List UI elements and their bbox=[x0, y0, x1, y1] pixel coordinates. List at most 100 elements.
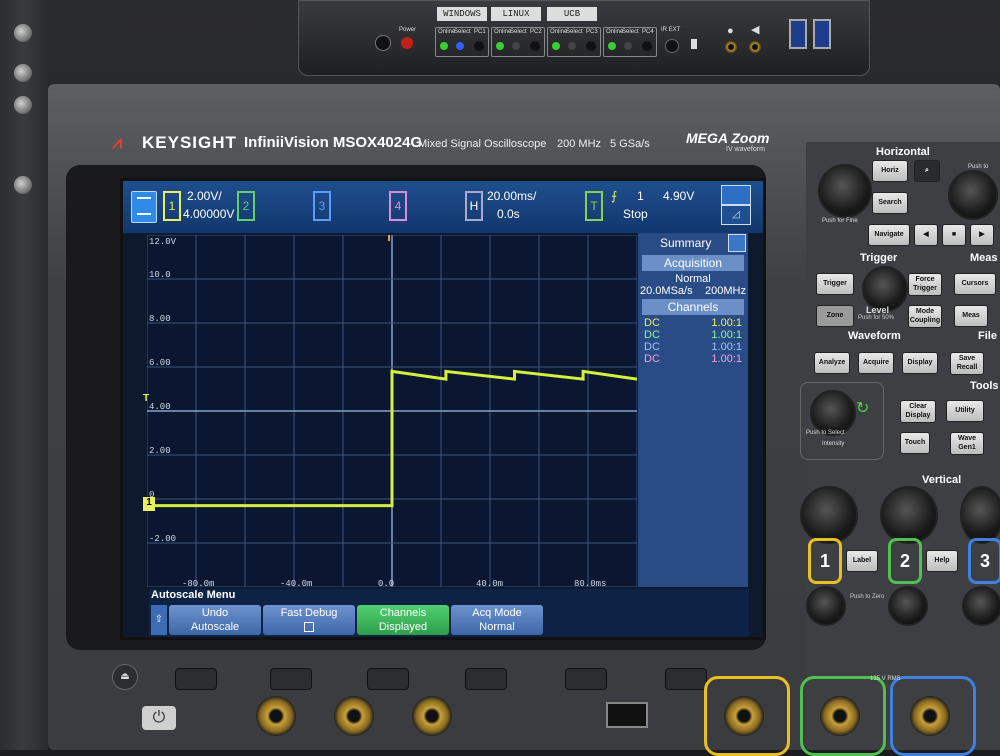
tools-section-label: Tools bbox=[970, 380, 999, 392]
ch1-input-connector bbox=[724, 696, 764, 736]
kvm-port-1[interactable]: Online Select PC1 bbox=[435, 27, 489, 57]
online-led bbox=[608, 42, 616, 50]
ch2-offset-knob[interactable] bbox=[888, 586, 928, 626]
trigger-button[interactable]: Trigger bbox=[816, 273, 854, 295]
zoom-search-icon[interactable]: ⌕ bbox=[914, 160, 940, 182]
softkey-button-1[interactable] bbox=[175, 668, 217, 690]
select-button[interactable] bbox=[474, 41, 484, 51]
ch1-offset-knob[interactable] bbox=[806, 586, 846, 626]
digital-input-connector bbox=[256, 696, 296, 736]
ch1-scale-knob[interactable] bbox=[800, 486, 858, 544]
ch3-input-connector bbox=[910, 696, 950, 736]
fast-debug-softkey[interactable]: Fast Debug bbox=[263, 605, 355, 635]
ch1-offset[interactable]: 4.00000V bbox=[183, 207, 234, 221]
undo-autoscale-softkey[interactable]: Undo Autoscale bbox=[169, 605, 261, 635]
channel-2-badge[interactable]: 2 bbox=[237, 191, 255, 221]
softkey-button-4[interactable] bbox=[465, 668, 507, 690]
channel-row: DC 1.00:1 bbox=[638, 341, 748, 353]
push50-label: Push for 50% bbox=[858, 315, 895, 321]
touch-button[interactable]: Touch bbox=[900, 432, 930, 454]
channel-1-trace bbox=[147, 369, 637, 508]
summary-menu-icon[interactable] bbox=[728, 234, 746, 252]
waveform-plot[interactable]: 12.0V10.08.006.004.002.000-2.00 -80.0m -4… bbox=[147, 235, 637, 587]
trigger-level[interactable]: 4.90V bbox=[663, 189, 694, 203]
probe-ratio: 1.00:1 bbox=[711, 353, 742, 365]
search-button[interactable]: Search bbox=[872, 192, 908, 214]
rising-edge-icon: ⨍ bbox=[611, 189, 618, 203]
kvm-port-4[interactable]: Online Select PC4 bbox=[603, 27, 657, 57]
menu-icon[interactable] bbox=[131, 191, 157, 223]
softkey-button-2[interactable] bbox=[270, 668, 312, 690]
nav-back-icon[interactable]: ◀ bbox=[914, 224, 938, 246]
select-led bbox=[624, 42, 632, 50]
force-trigger-button[interactable]: Force Trigger bbox=[908, 273, 942, 296]
cursors-button[interactable]: Cursors bbox=[954, 273, 996, 295]
horizontal-scale-knob[interactable] bbox=[818, 164, 872, 218]
help-button[interactable]: Help bbox=[926, 550, 958, 572]
ground-marker[interactable]: 1 bbox=[143, 497, 155, 511]
microphone-icon: ● bbox=[727, 25, 734, 37]
horizontal-badge[interactable]: H bbox=[465, 191, 483, 221]
kvm-port-label: Select bbox=[566, 29, 583, 35]
acquire-button[interactable]: Acquire bbox=[858, 352, 894, 374]
ch3-offset-knob[interactable] bbox=[962, 586, 1000, 626]
kvm-tab-ucb: UCB bbox=[547, 7, 597, 21]
back-arrow-icon[interactable]: ⇧ bbox=[151, 605, 167, 635]
kvm-power-button[interactable] bbox=[375, 35, 391, 51]
channel-3-button[interactable]: 3 bbox=[968, 538, 1000, 584]
trigger-section-label: Trigger bbox=[860, 252, 898, 264]
sample-rate: 5 GSa/s bbox=[610, 138, 650, 150]
horizontal-position-knob[interactable] bbox=[948, 170, 998, 220]
back-button[interactable]: ⏏ bbox=[112, 664, 138, 690]
display-button[interactable]: Display bbox=[902, 352, 938, 374]
ch2-input-connector bbox=[820, 696, 860, 736]
trigger-source[interactable]: 1 bbox=[637, 189, 644, 203]
acq-mode: Normal bbox=[675, 273, 711, 285]
save-recall-button[interactable]: Save Recall bbox=[950, 352, 984, 375]
channel-3-badge[interactable]: 3 bbox=[313, 191, 331, 221]
meas-button[interactable]: Meas bbox=[954, 305, 988, 327]
softkey-button-3[interactable] bbox=[367, 668, 409, 690]
select-button[interactable] bbox=[642, 41, 652, 51]
wavegen-button[interactable]: Wave Gen1 bbox=[950, 432, 984, 455]
channel-2-button[interactable]: 2 bbox=[888, 538, 922, 584]
display-screen[interactable]: 1 2.00V/ 4.00000V 2 3 4 H 20.00ms/ 0.0s … bbox=[120, 178, 766, 640]
select-button[interactable] bbox=[586, 41, 596, 51]
kvm-power-label: Power bbox=[399, 27, 417, 33]
clear-display-button[interactable]: Clear Display bbox=[900, 400, 936, 423]
softkey-button-5[interactable] bbox=[565, 668, 607, 690]
navigate-button[interactable]: Navigate bbox=[868, 224, 910, 246]
trigger-badge[interactable]: T bbox=[585, 191, 603, 221]
channel-1-badge[interactable]: 1 bbox=[163, 191, 181, 221]
description: Mixed Signal Oscilloscope bbox=[418, 138, 547, 150]
ch3-scale-knob[interactable] bbox=[960, 486, 1000, 544]
channel-4-badge[interactable]: 4 bbox=[389, 191, 407, 221]
vertical-section-label: Vertical bbox=[922, 474, 962, 486]
kvm-port-3[interactable]: Online Select PC3 bbox=[547, 27, 601, 57]
select-led bbox=[512, 42, 520, 50]
softkey-bar: Autoscale Menu ⇧ Undo Autoscale Fast Deb… bbox=[149, 589, 749, 637]
ch2-scale-knob[interactable] bbox=[880, 486, 938, 544]
kvm-port-2[interactable]: Online Select PC2 bbox=[491, 27, 545, 57]
softkey-button-6[interactable] bbox=[665, 668, 707, 690]
time-scale[interactable]: 20.00ms/ bbox=[487, 189, 536, 203]
channel-1-button[interactable]: 1 bbox=[808, 538, 842, 584]
zoom-icon[interactable]: ◿ bbox=[721, 205, 751, 225]
zone-button[interactable]: Zone bbox=[816, 305, 854, 327]
utility-button[interactable]: Utility bbox=[946, 400, 984, 422]
nav-forward-icon[interactable]: ▶ bbox=[970, 224, 994, 246]
brand-name: KEYSIGHT bbox=[142, 133, 237, 152]
nav-stop-icon[interactable]: ■ bbox=[942, 224, 966, 246]
time-delay[interactable]: 0.0s bbox=[497, 207, 520, 221]
channels-displayed-softkey[interactable]: Channels Displayed bbox=[357, 605, 449, 635]
mode-coupling-button[interactable]: Mode Coupling bbox=[908, 305, 942, 328]
label-button[interactable]: Label bbox=[846, 550, 878, 572]
horiz-button[interactable]: Horiz bbox=[872, 160, 908, 182]
select-button[interactable] bbox=[530, 41, 540, 51]
analyze-button[interactable]: Analyze bbox=[814, 352, 850, 374]
ch1-scale[interactable]: 2.00V/ bbox=[187, 189, 222, 203]
power-button-icon[interactable]: ⏻ bbox=[142, 706, 176, 730]
acq-mode-softkey[interactable]: Acq Mode Normal bbox=[451, 605, 543, 635]
push-zero-label: Push to Zero bbox=[850, 594, 885, 600]
screen-icon[interactable] bbox=[721, 185, 751, 205]
